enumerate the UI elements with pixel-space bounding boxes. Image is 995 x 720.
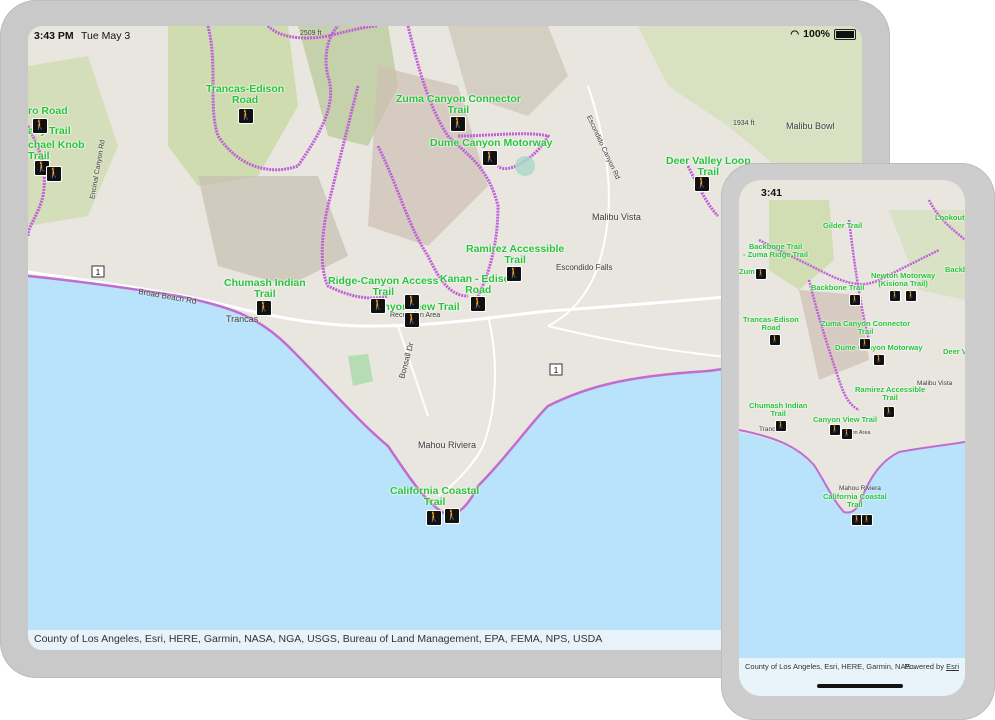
hiker-icon[interactable]: 🚶 <box>370 298 386 314</box>
hiker-icon[interactable]: 🚶 <box>905 290 917 302</box>
trail-label[interactable]: Ramirez Accessible Trail <box>466 244 564 266</box>
hiker-icon[interactable]: 🚶 <box>404 294 420 310</box>
trail-label[interactable]: ro Road <box>28 106 68 117</box>
trail-label[interactable]: Gilder Trail <box>823 222 862 230</box>
hiker-icon[interactable]: 🚶 <box>404 312 420 328</box>
hiker-icon[interactable]: 🚶 <box>755 268 767 280</box>
trail-label[interactable]: Ridge-Canyon Access Trail <box>328 276 438 298</box>
place-label: Malibu Vista <box>592 212 641 222</box>
trail-label[interactable]: Lookout <box>935 214 965 222</box>
trail-label[interactable]: Dume Canyon Motorway <box>835 344 923 352</box>
trail-label[interactable]: Canyon View Trail <box>813 416 877 424</box>
hiker-icon[interactable]: 🚶 <box>841 428 853 440</box>
hiker-icon[interactable]: 🚶 <box>873 354 885 366</box>
trail-label[interactable]: Deer V <box>943 348 965 356</box>
hiker-icon[interactable]: 🚶 <box>482 150 498 166</box>
status-time: 3:41 <box>761 187 783 199</box>
iphone-status-bar: 3:41 <box>739 180 965 206</box>
hiker-icon[interactable]: 🚶 <box>426 510 442 526</box>
hiker-icon[interactable]: 🚶 <box>256 300 272 316</box>
place-label: Trancas <box>226 314 259 324</box>
pond-area <box>515 156 535 176</box>
wifi-icon: ◠ <box>790 28 800 40</box>
ipad-status-bar: 3:43 PM Tue May 3 ◠ 100% <box>28 26 862 46</box>
esri-link[interactable]: Esri <box>946 662 959 671</box>
hiker-icon[interactable]: 🚶 <box>829 424 841 436</box>
hiker-icon[interactable]: 🚶 <box>775 420 787 432</box>
battery-icon <box>834 28 856 40</box>
home-indicator[interactable] <box>817 684 903 688</box>
hiker-icon[interactable]: 🚶 <box>444 508 460 524</box>
trail-label[interactable]: Kanan - Edison Road <box>440 274 516 296</box>
hiker-icon[interactable]: 🚶 <box>470 296 486 312</box>
trail-label[interactable]: Backb <box>945 266 965 274</box>
trail-label[interactable]: California Coastal Trail <box>390 486 479 508</box>
place-label: Mahou Riviera <box>418 440 477 450</box>
battery-percent: 100% <box>803 28 830 40</box>
powered-by-text: Powered by <box>904 662 944 671</box>
trail-label[interactable]: Chumash Indian Trail <box>224 278 306 300</box>
hiker-icon[interactable]: 🚶 <box>769 334 781 346</box>
route-shield-number: 1 <box>554 366 559 375</box>
trail-label[interactable]: Dume Canyon Motorway <box>430 138 553 149</box>
status-right: ◠ 100% <box>790 28 856 40</box>
trail-label[interactable]: California Coastal Trail <box>823 493 887 509</box>
hiker-icon[interactable]: 🚶 <box>450 116 466 132</box>
trail-label[interactable]: Backbone Trail <box>811 284 864 292</box>
hiker-icon[interactable]: 🚶 <box>861 514 873 526</box>
status-time: 3:43 PM <box>34 30 74 42</box>
trail-label[interactable]: Backbone Trail - Zuma Ridge Trail <box>743 243 808 259</box>
status-date: Tue May 3 <box>81 30 131 42</box>
hiker-icon[interactable]: 🚶 <box>889 290 901 302</box>
trail-label[interactable]: Newton Motorway (Kisiona Trail) <box>871 272 935 288</box>
iphone-map-view[interactable]: Malibu Vista Mahou Riviera Trancas Recre… <box>739 180 965 696</box>
place-label: Escondido Falls <box>556 263 613 272</box>
iphone-device-frame: Malibu Vista Mahou Riviera Trancas Recre… <box>721 163 995 720</box>
iphone-attribution-bar: County of Los Angeles, Esri, HERE, Garmi… <box>739 658 965 696</box>
map-attribution[interactable]: County of Los Angeles, Esri, HERE, Garmi… <box>745 662 917 671</box>
powered-by: Powered by Esri <box>904 662 959 671</box>
trail-label[interactable]: Trancas-Edison Road <box>743 316 799 332</box>
hiker-icon[interactable]: 🚶 <box>238 108 254 124</box>
route-shield-number: 1 <box>96 268 101 277</box>
place-label: Mahou Riviera <box>839 485 881 492</box>
hiker-icon[interactable]: 🚶 <box>883 406 895 418</box>
hiker-icon[interactable]: 🚶 <box>859 338 871 350</box>
hiker-icon[interactable]: 🚶 <box>46 166 62 182</box>
trail-label[interactable]: Chumash Indian Trail <box>749 402 807 418</box>
trail-label[interactable]: chael Knob Trail <box>28 140 85 162</box>
hiker-icon[interactable]: 🚶 <box>506 266 522 282</box>
trail-label[interactable]: Trancas-Edison Road <box>206 84 284 106</box>
place-label: Malibu Bowl <box>786 121 835 131</box>
hiker-icon[interactable]: 🚶 <box>32 118 48 134</box>
trail-label[interactable]: Ramirez Accessible Trail <box>855 386 925 402</box>
elevation-label: 1934 ft <box>733 120 755 127</box>
hiker-icon[interactable]: 🚶 <box>694 176 710 192</box>
trail-label[interactable]: Zuma Canyon Connector Trail <box>396 94 521 116</box>
trail-label[interactable]: Zuma Canyon Connector Trail <box>821 320 910 336</box>
hiker-icon[interactable]: 🚶 <box>849 294 861 306</box>
